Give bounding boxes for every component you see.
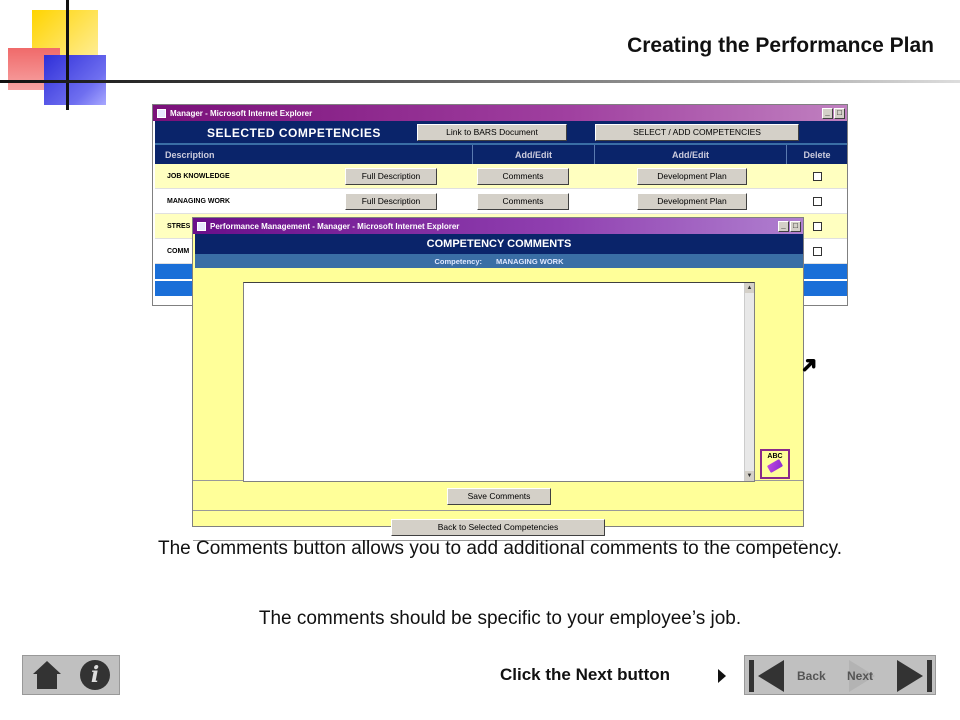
competency-comments-window: Performance Management - Manager - Micro… [192,217,804,541]
competency-name: JOB KNOWLEDGE [167,173,230,180]
minimize-button[interactable]: _ [778,220,789,232]
full-description-button[interactable]: Full Description [345,193,437,210]
competency-subheader: Competency: MANAGING WORK [195,254,803,268]
column-add-edit-comments: Add/Edit [473,145,595,164]
competency-value: MANAGING WORK [496,256,564,266]
back-window-title: Manager - Microsoft Internet Explorer [170,108,313,118]
back-to-selected-competencies-button[interactable]: Back to Selected Competencies [391,519,605,536]
selected-competencies-title: SELECTED COMPETENCIES [207,126,381,140]
pencil-icon [766,459,784,473]
logo-vertical-line [66,0,69,110]
competency-comments-header: COMPETENCY COMMENTS [195,234,803,254]
info-icon[interactable]: i [80,660,110,690]
back-arrow-icon[interactable] [758,660,784,692]
competency-table-header: Description Add/Edit Add/Edit Delete [155,145,847,164]
comments-textarea[interactable]: ▲ ▼ [243,282,755,482]
description-line-1: The Comments button allows you to add ad… [157,538,842,559]
ie-page-icon [157,108,166,118]
home-icon[interactable] [32,661,62,689]
back-button[interactable]: Back [797,669,826,683]
comments-button[interactable]: Comments [477,168,569,185]
maximize-button[interactable]: □ [834,107,845,119]
competency-label: Competency: [434,256,482,266]
first-slide-icon[interactable] [749,660,754,692]
save-row: Save Comments [193,481,803,511]
table-row: MANAGING WORK Full Description Comments … [155,189,847,214]
selected-competencies-header: SELECTED COMPETENCIES Link to BARS Docum… [155,121,847,145]
last-slide-icon[interactable] [927,660,932,692]
development-plan-button[interactable]: Development Plan [637,193,747,210]
spell-check-label: ABC [767,453,783,460]
delete-checkbox[interactable] [813,222,822,231]
scroll-down-arrow-icon[interactable]: ▼ [745,471,754,481]
delete-checkbox[interactable] [813,197,822,206]
table-row: JOB KNOWLEDGE Full Description Comments … [155,164,847,189]
back-window-titlebar: Manager - Microsoft Internet Explorer _ … [153,105,847,121]
bars-document-link-button[interactable]: Link to BARS Document [417,124,567,141]
front-window-title: Performance Management - Manager - Micro… [210,221,460,231]
development-plan-button[interactable]: Development Plan [637,168,747,185]
comments-scrollbar[interactable]: ▲ ▼ [744,283,754,481]
delete-checkbox[interactable] [813,247,822,256]
caret-right-icon [718,669,726,683]
maximize-button[interactable]: □ [790,220,801,232]
competency-name: STRES [167,223,191,230]
competency-name: MANAGING WORK [167,198,230,205]
ie-page-icon [197,221,206,231]
select-add-competencies-button[interactable]: SELECT / ADD COMPETENCIES [595,124,799,141]
click-next-instruction: Click the Next button [500,665,671,684]
description-line-2: The comments should be specific to your … [258,608,742,629]
next-arrow-icon[interactable] [897,660,923,692]
title-divider-line [0,80,960,83]
column-description: Description [155,145,473,164]
column-delete: Delete [803,149,831,160]
comments-button[interactable]: Comments [477,193,569,210]
next-button[interactable]: Next [847,669,873,683]
comments-body: ▲ ▼ ABC [193,268,803,482]
scroll-up-arrow-icon[interactable]: ▲ [745,283,754,293]
front-window-titlebar: Performance Management - Manager - Micro… [193,218,803,234]
minimize-button[interactable]: _ [822,107,833,119]
slide-navigation: Back Next [744,655,936,695]
home-info-panel: i [22,655,120,695]
column-add-edit-plan: Add/Edit [595,145,787,164]
slide-title: Creating the Performance Plan [627,34,934,57]
competency-name: COMM [167,248,190,255]
full-description-button[interactable]: Full Description [345,168,437,185]
save-comments-button[interactable]: Save Comments [447,488,551,505]
spell-check-icon[interactable]: ABC [760,449,790,479]
delete-checkbox[interactable] [813,172,822,181]
